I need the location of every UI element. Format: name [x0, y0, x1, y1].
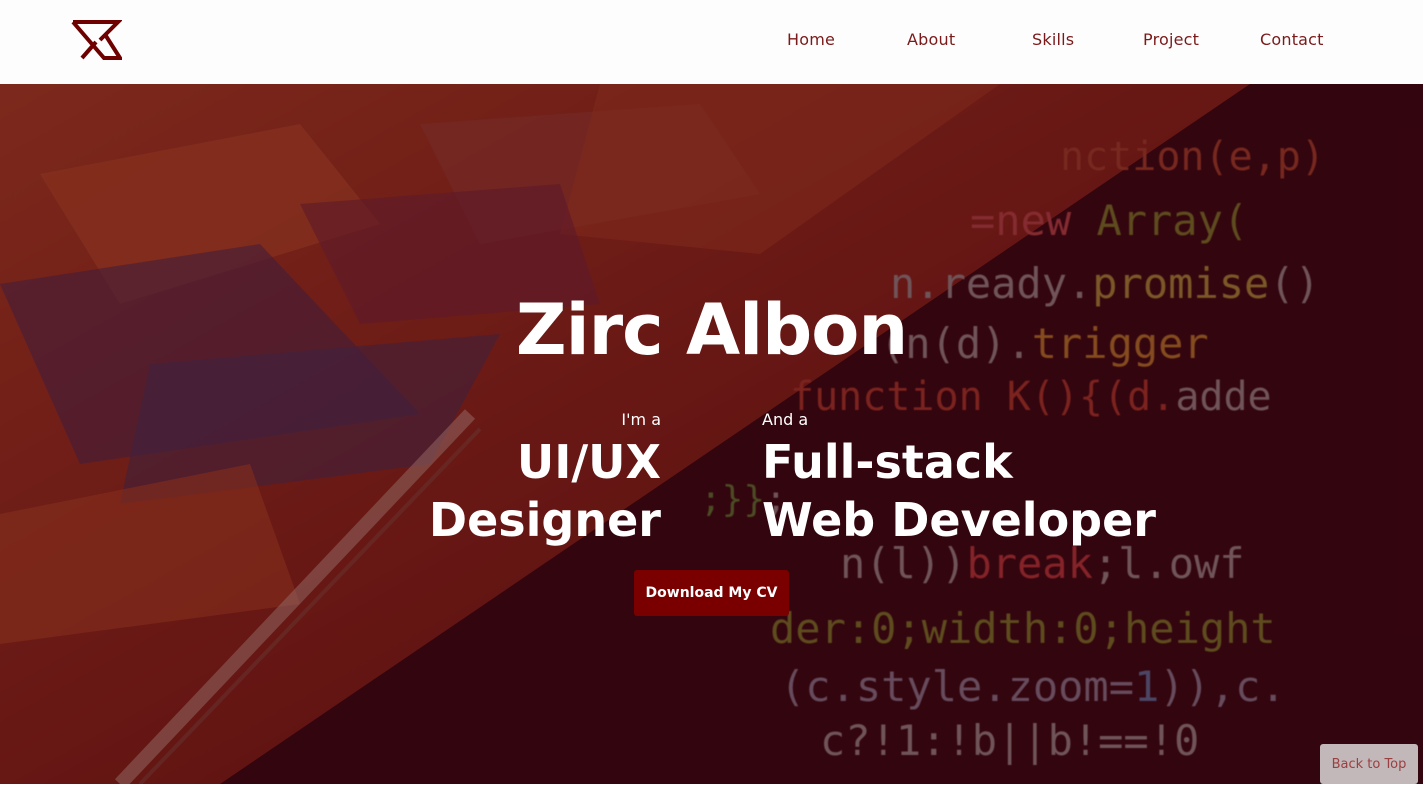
- back-to-top-button[interactable]: Back to Top: [1320, 744, 1418, 784]
- nav-project[interactable]: Project: [1143, 30, 1199, 49]
- download-cv-button[interactable]: Download My CV: [634, 570, 789, 616]
- hero-name: Zirc Albon: [515, 289, 908, 371]
- role-developer: And a Full-stack Web Developer: [762, 410, 1156, 549]
- nav-contact[interactable]: Contact: [1260, 30, 1324, 49]
- role-designer: I'm a UI/UX Designer: [429, 410, 661, 549]
- hero-overlay: [0, 84, 1423, 784]
- nav-home[interactable]: Home: [787, 30, 835, 49]
- role-title-left-line1: UI/UX: [516, 435, 661, 489]
- role-title-right-line1: Full-stack: [762, 435, 1013, 489]
- nav-about[interactable]: About: [907, 30, 955, 49]
- main-nav: Home About Skills Project Contact: [0, 0, 1423, 84]
- role-intro-left: I'm a: [621, 410, 661, 429]
- role-title-right-line2: Web Developer: [762, 493, 1156, 547]
- hero-section: nction(e,p) =new Array( n.ready.promise(…: [0, 84, 1423, 784]
- navbar: Home About Skills Project Contact: [0, 0, 1423, 84]
- role-intro-right: And a: [762, 410, 809, 429]
- nav-skills[interactable]: Skills: [1032, 30, 1074, 49]
- role-title-left-line2: Designer: [428, 493, 661, 547]
